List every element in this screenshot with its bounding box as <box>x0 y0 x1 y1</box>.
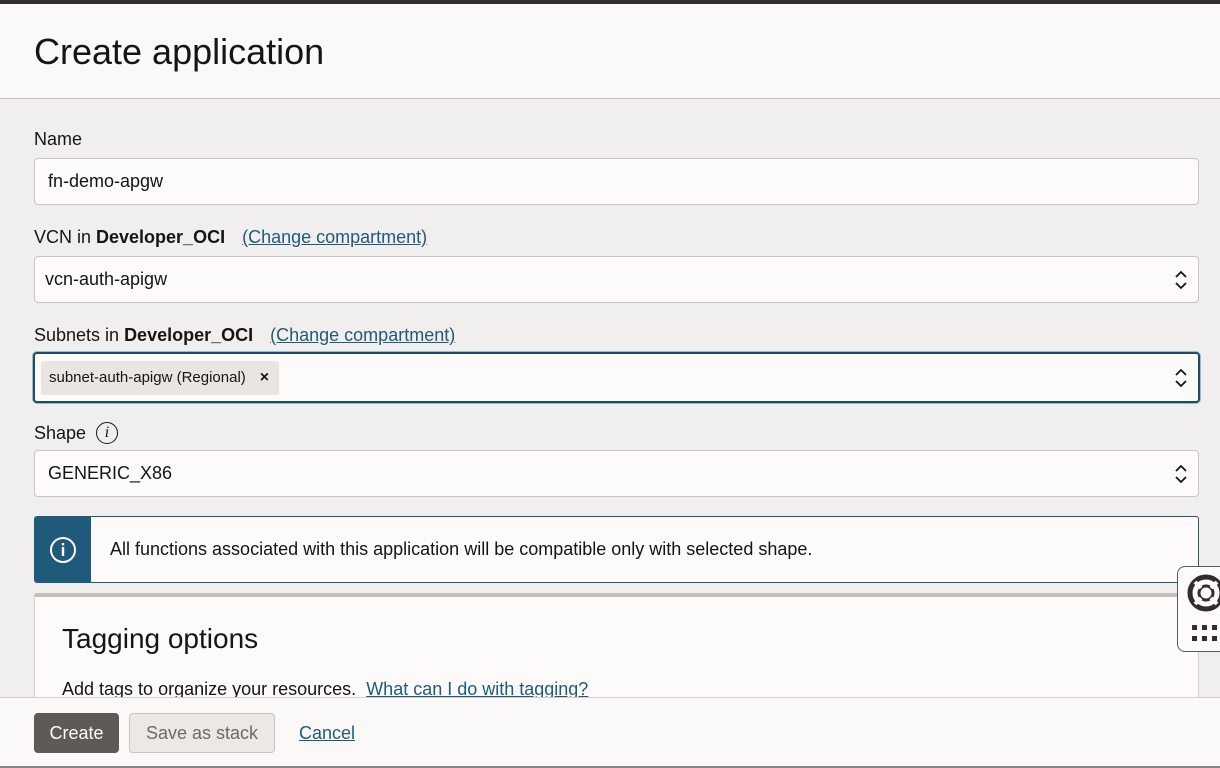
subnets-multiselect[interactable]: subnet-auth-apigw (Regional) × <box>33 352 1200 403</box>
vcn-select[interactable]: vcn-auth-apigw <box>34 256 1199 303</box>
shape-select[interactable]: GENERIC_X86 <box>34 450 1199 497</box>
save-as-stack-button[interactable]: Save as stack <box>129 713 275 753</box>
vcn-compartment: Developer_OCI <box>96 227 226 247</box>
footer-bar: Create Save as stack Cancel <box>0 697 1220 768</box>
name-input[interactable]: fn-demo-apgw <box>34 158 1199 205</box>
page-header: Create application <box>0 4 1220 99</box>
shape-label: Shape i <box>34 422 119 444</box>
form-panel: Name fn-demo-apgw VCN in Developer_OCI (… <box>0 99 1220 697</box>
vcn-label: VCN in Developer_OCI (Change compartment… <box>34 227 428 248</box>
shape-select-value: GENERIC_X86 <box>48 463 173 483</box>
info-banner-icon-area <box>35 517 91 582</box>
cancel-link[interactable]: Cancel <box>299 713 355 753</box>
name-input-value: fn-demo-apgw <box>48 171 164 191</box>
subnets-change-compartment-link[interactable]: (Change compartment) <box>270 325 455 346</box>
info-icon[interactable]: i <box>96 422 119 444</box>
info-banner: All functions associated with this appli… <box>34 516 1199 583</box>
subnets-compartment: Developer_OCI <box>124 325 254 345</box>
lifebuoy-icon[interactable] <box>1186 573 1220 613</box>
remove-chip-icon[interactable]: × <box>260 369 269 387</box>
vcn-change-compartment-link[interactable]: (Change compartment) <box>242 227 427 248</box>
chevron-up-down-icon <box>1175 464 1187 483</box>
subnet-chip: subnet-auth-apigw (Regional) × <box>41 360 280 395</box>
subnet-chip-label: subnet-auth-apigw (Regional) <box>49 369 246 386</box>
info-icon <box>50 536 76 563</box>
chevron-up-down-icon <box>1175 270 1187 289</box>
help-widget[interactable] <box>1177 566 1220 652</box>
tagging-section: Tagging options Add tags to organize you… <box>34 593 1199 697</box>
tagging-title: Tagging options <box>62 623 259 654</box>
page-title: Create application <box>34 31 325 72</box>
vcn-select-value: vcn-auth-apigw <box>45 269 168 289</box>
subnets-label: Subnets in Developer_OCI (Change compart… <box>34 325 456 346</box>
tagging-description: Add tags to organize your resources. Wha… <box>62 679 589 697</box>
chevron-up-down-icon <box>1175 368 1187 387</box>
tagging-help-link[interactable]: What can I do with tagging? <box>366 679 588 697</box>
create-button[interactable]: Create <box>34 713 119 753</box>
grid-icon[interactable] <box>1192 625 1220 645</box>
info-banner-text: All functions associated with this appli… <box>110 539 813 559</box>
name-label: Name <box>34 129 83 149</box>
